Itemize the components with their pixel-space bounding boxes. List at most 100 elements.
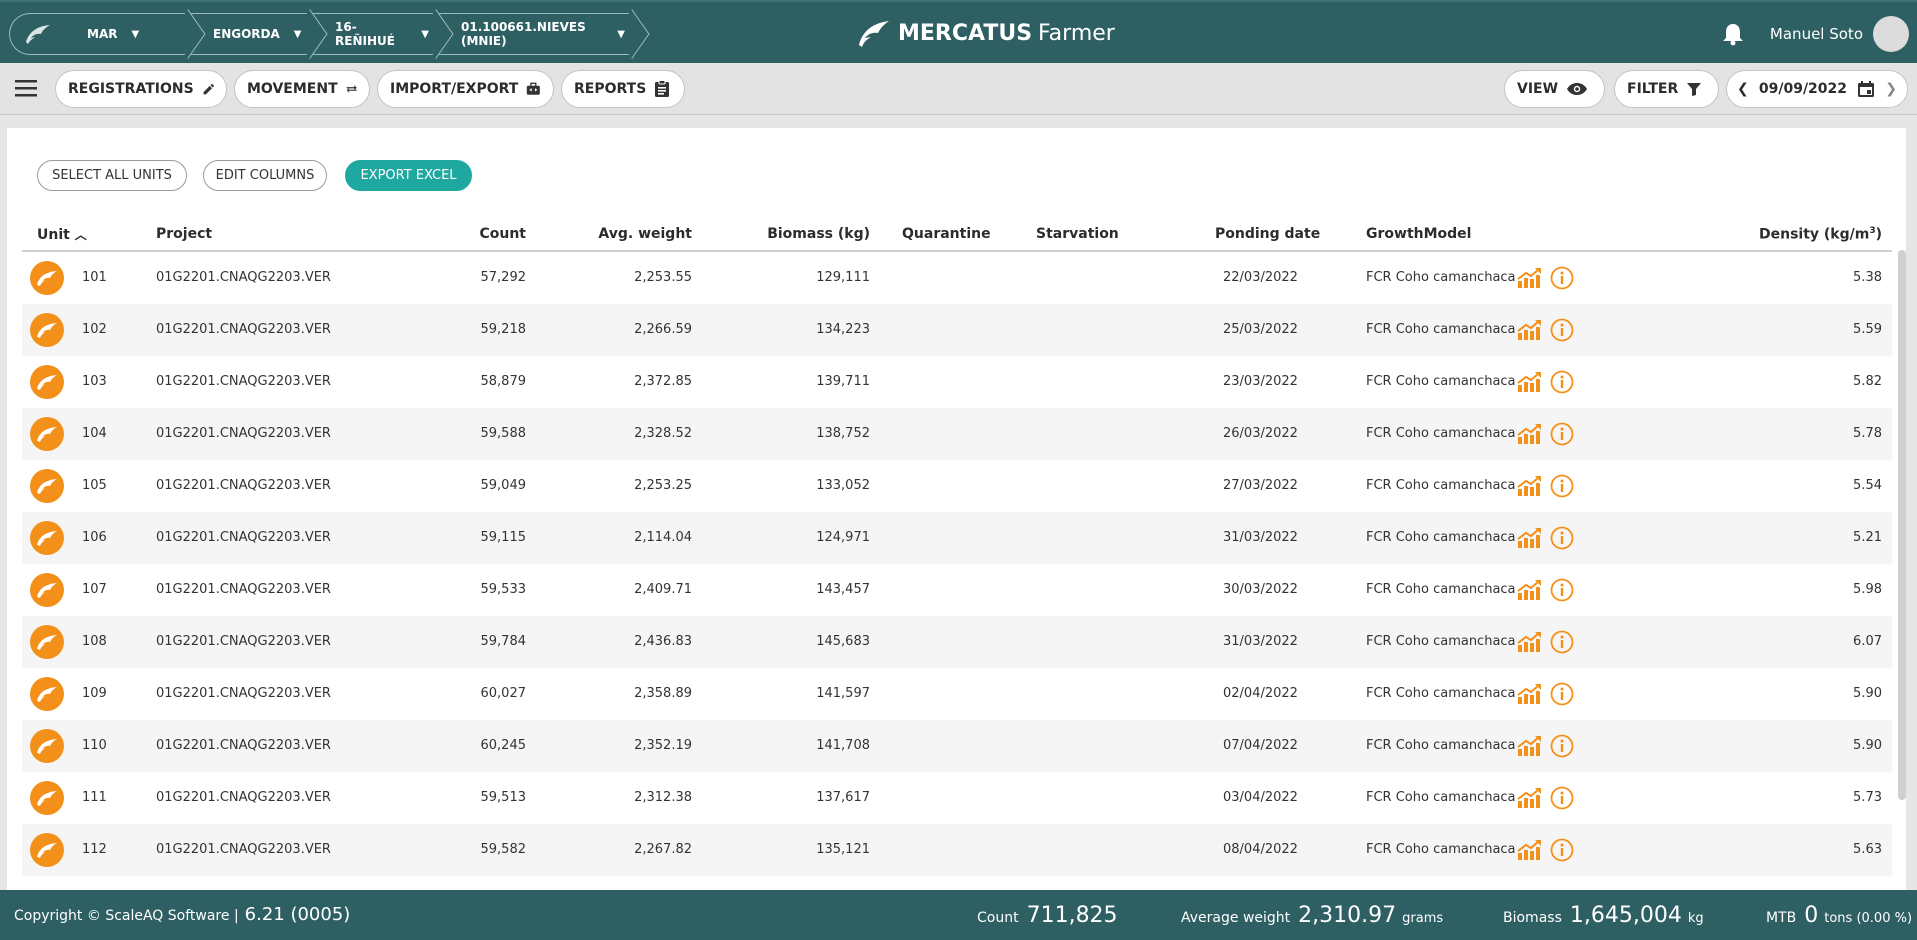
chevron-right-icon[interactable]: ❯ (1885, 81, 1897, 97)
select-all-units-button[interactable]: SELECT ALL UNITS (37, 160, 187, 191)
bell-icon[interactable] (1722, 22, 1744, 46)
biomass-value: 124,971 (816, 530, 870, 545)
unit-id[interactable]: 107 (82, 582, 107, 597)
column-header-ponding-date[interactable]: Ponding date (1215, 226, 1320, 242)
table-row[interactable]: 111 01G2201.CNAQG2203.VER 59,513 2,312.3… (22, 772, 1892, 824)
info-icon[interactable] (1550, 370, 1574, 394)
home-fish-logo[interactable] (9, 13, 65, 55)
avatar[interactable] (1873, 16, 1909, 52)
count-value: 59,784 (480, 634, 527, 649)
count-value: 57,292 (480, 270, 527, 285)
table-row[interactable]: 104 01G2201.CNAQG2203.VER 59,588 2,328.5… (22, 408, 1892, 460)
table-row[interactable]: 112 01G2201.CNAQG2203.VER 59,582 2,267.8… (22, 824, 1892, 876)
growth-model-actions (1517, 526, 1581, 550)
calendar-icon[interactable] (1857, 80, 1875, 98)
column-header-starvation[interactable]: Starvation (1036, 226, 1119, 242)
growth-chart-icon[interactable] (1517, 579, 1543, 601)
info-icon[interactable] (1550, 786, 1574, 810)
unit-id[interactable]: 108 (82, 634, 107, 649)
unit-fish-badge (30, 677, 64, 711)
growth-chart-icon[interactable] (1517, 475, 1543, 497)
growth-chart-icon[interactable] (1517, 319, 1543, 341)
column-header-count[interactable]: Count (402, 226, 526, 242)
unit-id[interactable]: 102 (82, 322, 107, 337)
growth-chart-icon[interactable] (1517, 527, 1543, 549)
unit-id[interactable]: 104 (82, 426, 107, 441)
count-value: 59,588 (480, 426, 527, 441)
info-icon[interactable] (1550, 266, 1574, 290)
table-row[interactable]: 105 01G2201.CNAQG2203.VER 59,049 2,253.2… (22, 460, 1892, 512)
project-code: 01G2201.CNAQG2203.VER (156, 686, 331, 701)
column-header-avg-weight[interactable]: Avg. weight (562, 226, 692, 242)
import-export-button[interactable]: IMPORT/EXPORT (377, 70, 554, 108)
view-button[interactable]: VIEW (1504, 70, 1605, 108)
project-code: 01G2201.CNAQG2203.VER (156, 374, 331, 389)
edit-columns-button[interactable]: EDIT COLUMNS (203, 160, 327, 191)
growth-model-actions (1517, 318, 1581, 342)
user-name[interactable]: Manuel Soto (1770, 25, 1863, 43)
growth-chart-icon[interactable] (1517, 839, 1543, 861)
unit-id[interactable]: 103 (82, 374, 107, 389)
info-icon[interactable] (1550, 578, 1574, 602)
growth-chart-icon[interactable] (1517, 423, 1543, 445)
avg-weight-value: 2,436.83 (634, 634, 692, 649)
unit-id[interactable]: 109 (82, 686, 107, 701)
reports-button[interactable]: REPORTS (561, 70, 685, 108)
info-icon[interactable] (1550, 318, 1574, 342)
growth-chart-icon[interactable] (1517, 787, 1543, 809)
vertical-scrollbar[interactable] (1898, 250, 1906, 800)
ponding-date-value: 27/03/2022 (1223, 478, 1298, 493)
unit-id[interactable]: 106 (82, 530, 107, 545)
table-row[interactable]: 101 01G2201.CNAQG2203.VER 57,292 2,253.5… (22, 252, 1892, 304)
info-icon[interactable] (1550, 838, 1574, 862)
info-icon[interactable] (1550, 422, 1574, 446)
info-icon[interactable] (1550, 474, 1574, 498)
info-icon[interactable] (1550, 526, 1574, 550)
growth-chart-icon[interactable] (1517, 735, 1543, 757)
ponding-date-value: 25/03/2022 (1223, 322, 1298, 337)
table-row[interactable]: 109 01G2201.CNAQG2203.VER 60,027 2,358.8… (22, 668, 1892, 720)
unit-fish-badge (30, 625, 64, 659)
table-row[interactable]: 103 01G2201.CNAQG2203.VER 58,879 2,372.8… (22, 356, 1892, 408)
table-row[interactable]: 102 01G2201.CNAQG2203.VER 59,218 2,266.5… (22, 304, 1892, 356)
table-row[interactable]: 110 01G2201.CNAQG2203.VER 60,245 2,352.1… (22, 720, 1892, 772)
project-code: 01G2201.CNAQG2203.VER (156, 582, 331, 597)
chevron-left-icon[interactable]: ❮ (1737, 81, 1749, 97)
table-row[interactable]: 106 01G2201.CNAQG2203.VER 59,115 2,114.0… (22, 512, 1892, 564)
unit-id[interactable]: 112 (82, 842, 107, 857)
column-header-unit[interactable]: Unit ︿ (37, 226, 87, 243)
swap-arrows-icon (346, 85, 357, 93)
project-code: 01G2201.CNAQG2203.VER (156, 738, 331, 753)
breadcrumb-level-sea[interactable]: MAR ▼ (65, 13, 191, 55)
unit-id[interactable]: 101 (82, 270, 107, 285)
briefcase-icon (527, 82, 541, 95)
registrations-button[interactable]: REGISTRATIONS (55, 70, 227, 108)
avg-weight-value: 2,372.85 (634, 374, 692, 389)
growth-chart-icon[interactable] (1517, 267, 1543, 289)
hamburger-menu-icon[interactable] (15, 79, 37, 97)
growth-chart-icon[interactable] (1517, 683, 1543, 705)
unit-id[interactable]: 110 (82, 738, 107, 753)
column-header-quarantine[interactable]: Quarantine (902, 226, 991, 242)
unit-id[interactable]: 111 (82, 790, 107, 805)
growth-chart-icon[interactable] (1517, 371, 1543, 393)
column-header-project[interactable]: Project (156, 226, 212, 242)
column-header-biomass[interactable]: Biomass (kg) (722, 226, 870, 242)
table-row[interactable]: 108 01G2201.CNAQG2203.VER 59,784 2,436.8… (22, 616, 1892, 668)
column-header-growth-model[interactable]: GrowthModel (1366, 226, 1471, 242)
filter-button[interactable]: FILTER (1614, 70, 1719, 108)
breadcrumb-level-area[interactable]: 16-REÑIHUÉ ▼ (313, 13, 439, 55)
unit-id[interactable]: 105 (82, 478, 107, 493)
breadcrumb-level-site[interactable]: 01.100661.NIEVES (MNIE) ▼ (439, 13, 635, 55)
info-icon[interactable] (1550, 682, 1574, 706)
export-excel-button[interactable]: EXPORT EXCEL (345, 160, 472, 191)
movement-button[interactable]: MOVEMENT (234, 70, 370, 108)
info-icon[interactable] (1550, 630, 1574, 654)
breadcrumb-level-phase[interactable]: ENGORDA ▼ (191, 13, 313, 55)
info-icon[interactable] (1550, 734, 1574, 758)
table-row[interactable]: 107 01G2201.CNAQG2203.VER 59,533 2,409.7… (22, 564, 1892, 616)
column-header-density[interactable]: Density (kg/m3) (1662, 226, 1882, 243)
growth-model-value: FCR Coho camanchaca (1366, 374, 1516, 389)
date-picker[interactable]: ❮ 09/09/2022 ❯ (1726, 70, 1908, 108)
growth-chart-icon[interactable] (1517, 631, 1543, 653)
